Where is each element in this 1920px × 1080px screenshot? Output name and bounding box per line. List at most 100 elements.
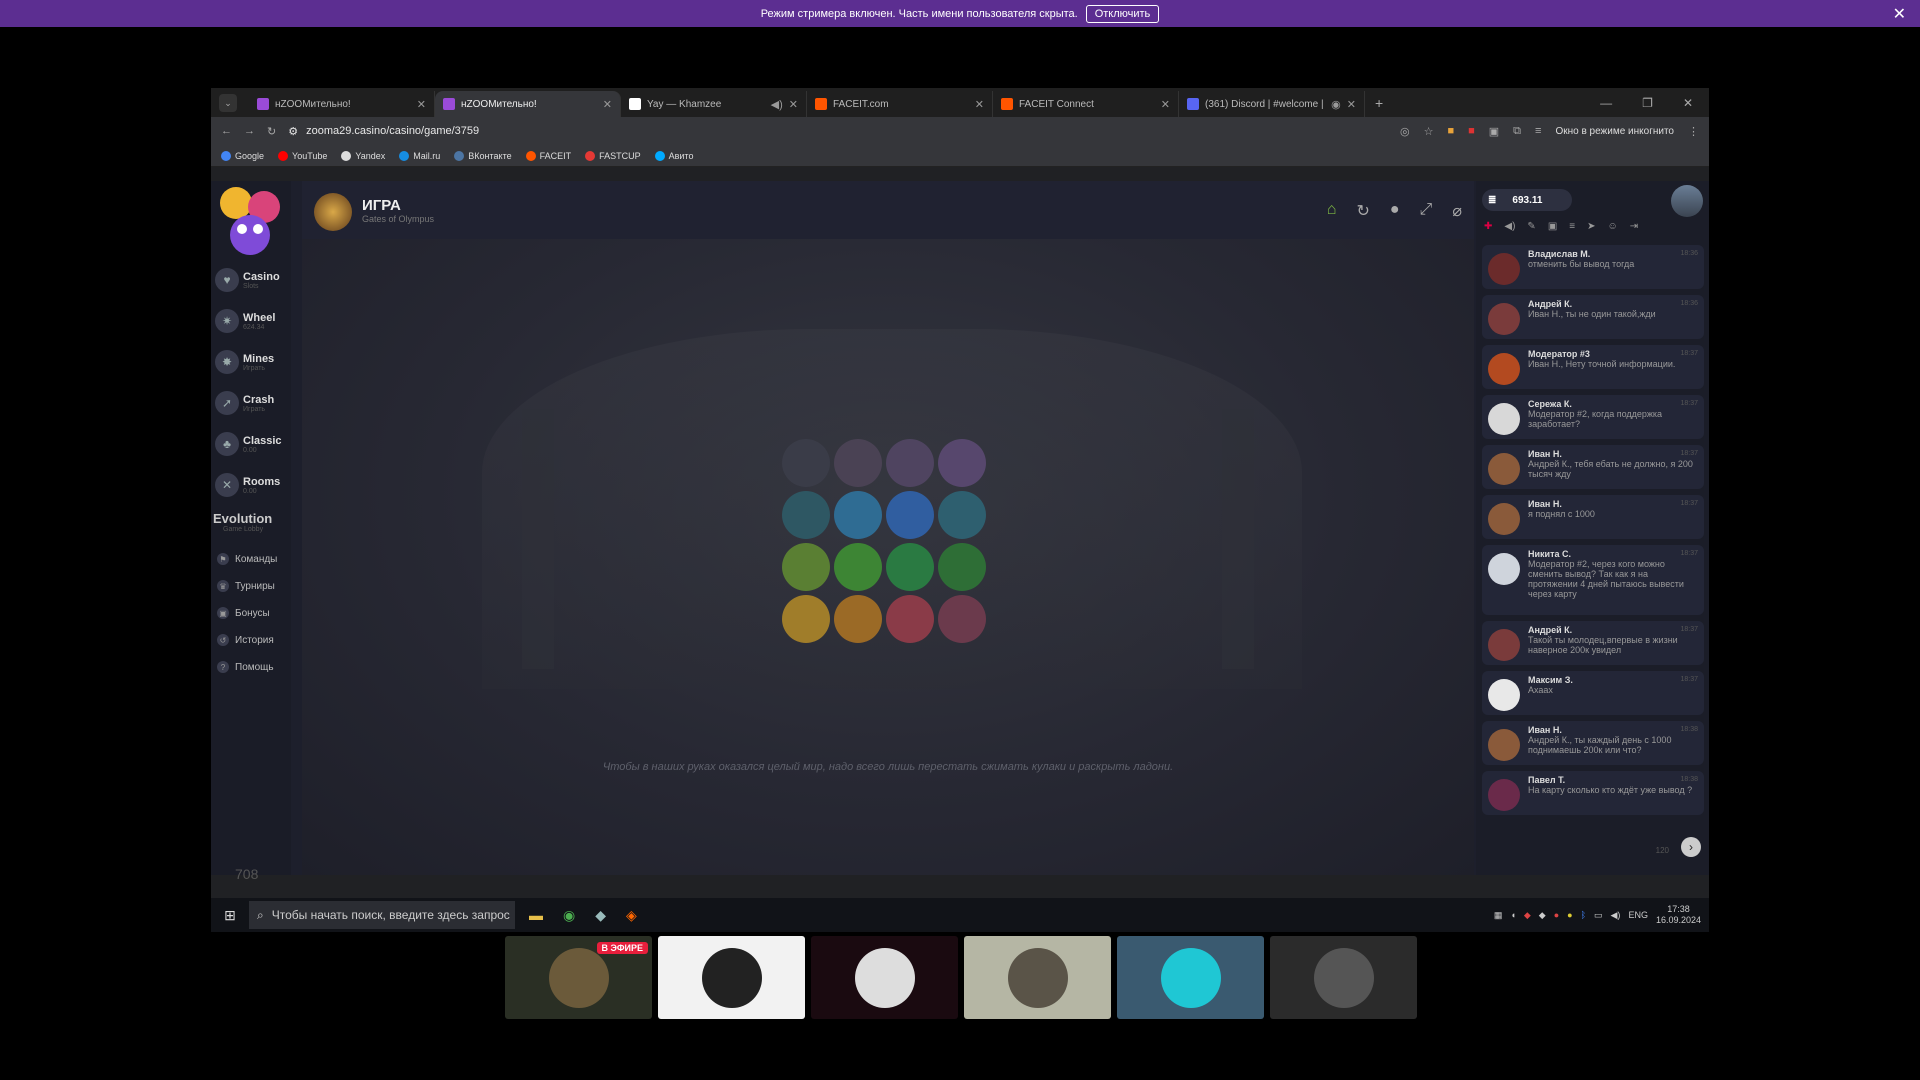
stream-thumbnail[interactable] bbox=[658, 936, 805, 1019]
sidebar-item-crash[interactable]: ➚ Crash Играть bbox=[213, 384, 289, 422]
avatar[interactable] bbox=[1488, 779, 1520, 811]
language-indicator[interactable]: ENG bbox=[1628, 910, 1648, 920]
message-author[interactable]: Иван Н. bbox=[1528, 725, 1698, 735]
pencil-icon[interactable]: ✎ bbox=[1527, 221, 1535, 232]
logout-icon[interactable]: ⇥ bbox=[1630, 221, 1638, 232]
support-icon[interactable]: ☺ bbox=[1608, 221, 1618, 232]
home-icon[interactable]: ⌂ bbox=[1327, 201, 1337, 221]
reading-list-icon[interactable]: ≡ bbox=[1535, 125, 1541, 137]
faceit-ac-icon[interactable]: ◈ bbox=[626, 907, 637, 924]
extensions-puzzle-icon[interactable]: ⧉ bbox=[1513, 125, 1521, 138]
bookmark-google[interactable]: Google bbox=[221, 150, 264, 161]
refresh-icon[interactable]: ↻ bbox=[1356, 201, 1369, 221]
sidebar-item-wheel[interactable]: ✷ Wheel 624.34 bbox=[213, 302, 289, 340]
avatar[interactable] bbox=[1488, 253, 1520, 285]
message-author[interactable]: Андрей К. bbox=[1528, 625, 1698, 635]
message-author[interactable]: Павел Т. bbox=[1528, 775, 1698, 785]
bookmark-vk[interactable]: ВКонтакте bbox=[454, 150, 512, 161]
extension-icon[interactable]: ▣ bbox=[1489, 125, 1499, 138]
sidebar-link-tournaments[interactable]: ♛ Турниры bbox=[217, 580, 275, 592]
avatar[interactable] bbox=[1488, 353, 1520, 385]
clock[interactable]: 17:38 16.09.2024 bbox=[1656, 904, 1701, 926]
tab-close-icon[interactable]: ✕ bbox=[789, 98, 798, 111]
tray-icon[interactable]: ▦ bbox=[1494, 910, 1503, 921]
avatar[interactable] bbox=[1488, 629, 1520, 661]
hide-icon[interactable]: ⌀ bbox=[1452, 201, 1462, 221]
tab-close-icon[interactable]: ✕ bbox=[1347, 98, 1356, 111]
avatar[interactable] bbox=[1488, 729, 1520, 761]
new-tab-icon[interactable]: + bbox=[1365, 95, 1393, 117]
sidebar-item-casino[interactable]: ♥ Casino Slots bbox=[213, 261, 289, 299]
telegram-icon[interactable]: ➤ bbox=[1587, 221, 1595, 232]
tray-icon[interactable]: ● bbox=[1567, 910, 1572, 920]
bookmark-faceit[interactable]: FACEIT bbox=[525, 150, 571, 161]
chrome-icon[interactable]: ◉ bbox=[563, 907, 575, 924]
tab-close-icon[interactable]: ✕ bbox=[975, 98, 984, 111]
bluetooth-icon[interactable]: ᛒ bbox=[1581, 910, 1586, 920]
extension-icon[interactable]: ■ bbox=[1447, 125, 1454, 137]
sidebar-link-bonuses[interactable]: ▣ Бонусы bbox=[217, 607, 270, 619]
tab-close-icon[interactable]: ✕ bbox=[1161, 98, 1170, 111]
tab-close-icon[interactable]: ✕ bbox=[603, 98, 612, 111]
incognito-label[interactable]: Окно в режиме инкогнито bbox=[1555, 126, 1674, 137]
sound-icon[interactable]: ◀) bbox=[1504, 221, 1515, 232]
bookmark-yandex[interactable]: Yandex bbox=[341, 150, 385, 161]
message-author[interactable]: Иван Н. bbox=[1528, 449, 1698, 459]
message-author[interactable]: Никита С. bbox=[1528, 549, 1698, 559]
close-icon[interactable]: ✕ bbox=[1893, 4, 1906, 24]
back-icon[interactable]: ← bbox=[221, 125, 232, 137]
sidebar-item-classic[interactable]: ♣ Classic 0.00 bbox=[213, 425, 289, 463]
game-canvas[interactable]: Чтобы в наших руках оказался целый мир, … bbox=[302, 239, 1474, 875]
message-author[interactable]: Максим З. bbox=[1528, 675, 1698, 685]
eye-off-icon[interactable]: ◎ bbox=[1400, 125, 1410, 138]
network-icon[interactable]: ▭ bbox=[1594, 910, 1603, 921]
explorer-icon[interactable]: ▬ bbox=[529, 907, 543, 924]
stream-thumbnail[interactable] bbox=[1270, 936, 1417, 1019]
avatar[interactable] bbox=[1671, 185, 1703, 217]
message-author[interactable]: Иван Н. bbox=[1528, 499, 1698, 509]
volume-icon[interactable]: ◀) bbox=[1611, 910, 1621, 921]
sidebar-link-history[interactable]: ↺ История bbox=[217, 634, 274, 646]
chat-input[interactable]: 120 › bbox=[1476, 831, 1709, 875]
windows-start-icon[interactable]: ⊞ bbox=[211, 907, 249, 924]
tab-3[interactable]: Yay — Khamzee ◀) ✕ bbox=[621, 91, 807, 117]
steam-icon[interactable]: ◆ bbox=[595, 907, 606, 924]
tray-icon[interactable]: ● bbox=[1554, 910, 1559, 920]
tab-close-icon[interactable]: ✕ bbox=[417, 98, 426, 111]
forward-icon[interactable]: → bbox=[244, 125, 255, 137]
mic-icon[interactable]: ◖ bbox=[1510, 910, 1515, 920]
avatar[interactable] bbox=[1488, 553, 1520, 585]
message-author[interactable]: Модератор #3 bbox=[1528, 349, 1698, 359]
extension-icon[interactable]: ■ bbox=[1468, 125, 1475, 137]
site-info-icon[interactable]: ⚙ bbox=[288, 125, 298, 138]
avatar[interactable] bbox=[1488, 453, 1520, 485]
tab-5[interactable]: FACEIT Connect ✕ bbox=[993, 91, 1179, 117]
disable-streamer-mode-button[interactable]: Отключить bbox=[1085, 4, 1160, 23]
tab-search-icon[interactable]: ⌄ bbox=[219, 94, 237, 112]
close-window-icon[interactable]: ✕ bbox=[1683, 96, 1693, 110]
stream-thumbnail[interactable] bbox=[811, 936, 958, 1019]
sidebar-item-rooms[interactable]: ✕ Rooms 0.00 bbox=[213, 466, 289, 504]
list-icon[interactable]: ≡ bbox=[1569, 221, 1575, 232]
sidebar-link-teams[interactable]: ⚑ Команды bbox=[217, 553, 277, 565]
sidebar-link-help[interactable]: ? Помощь bbox=[217, 661, 274, 673]
avatar[interactable] bbox=[1488, 679, 1520, 711]
bookmark-youtube[interactable]: YouTube bbox=[278, 150, 327, 161]
minimize-icon[interactable]: — bbox=[1600, 96, 1612, 110]
taskbar-search[interactable]: ⌕ Чтобы начать поиск, введите здесь запр… bbox=[249, 901, 515, 929]
bookmark-star-icon[interactable]: ☆ bbox=[1424, 125, 1434, 138]
message-author[interactable]: Андрей К. bbox=[1528, 299, 1698, 309]
avatar[interactable] bbox=[1488, 503, 1520, 535]
sidebar-item-evolution[interactable]: Evolution Game Lobby bbox=[213, 511, 272, 533]
message-author[interactable]: Сережа К. bbox=[1528, 399, 1698, 409]
menu-icon[interactable]: ⋮ bbox=[1688, 125, 1699, 138]
bookmark-fastcup[interactable]: FASTCUP bbox=[585, 150, 641, 161]
bookmark-avito[interactable]: Авито bbox=[654, 150, 693, 161]
record-icon[interactable]: ● bbox=[1390, 201, 1400, 221]
stream-thumbnail[interactable]: В ЭФИРЕ bbox=[505, 936, 652, 1019]
tab-1[interactable]: нZOOМительно! ✕ bbox=[249, 91, 435, 117]
bookmark-mailru[interactable]: Mail.ru bbox=[399, 150, 440, 161]
tray-icon[interactable]: ◆ bbox=[1524, 910, 1531, 921]
gift-icon[interactable]: ▣ bbox=[1548, 221, 1557, 232]
language-flag-icon[interactable]: ✚ bbox=[1484, 221, 1492, 232]
